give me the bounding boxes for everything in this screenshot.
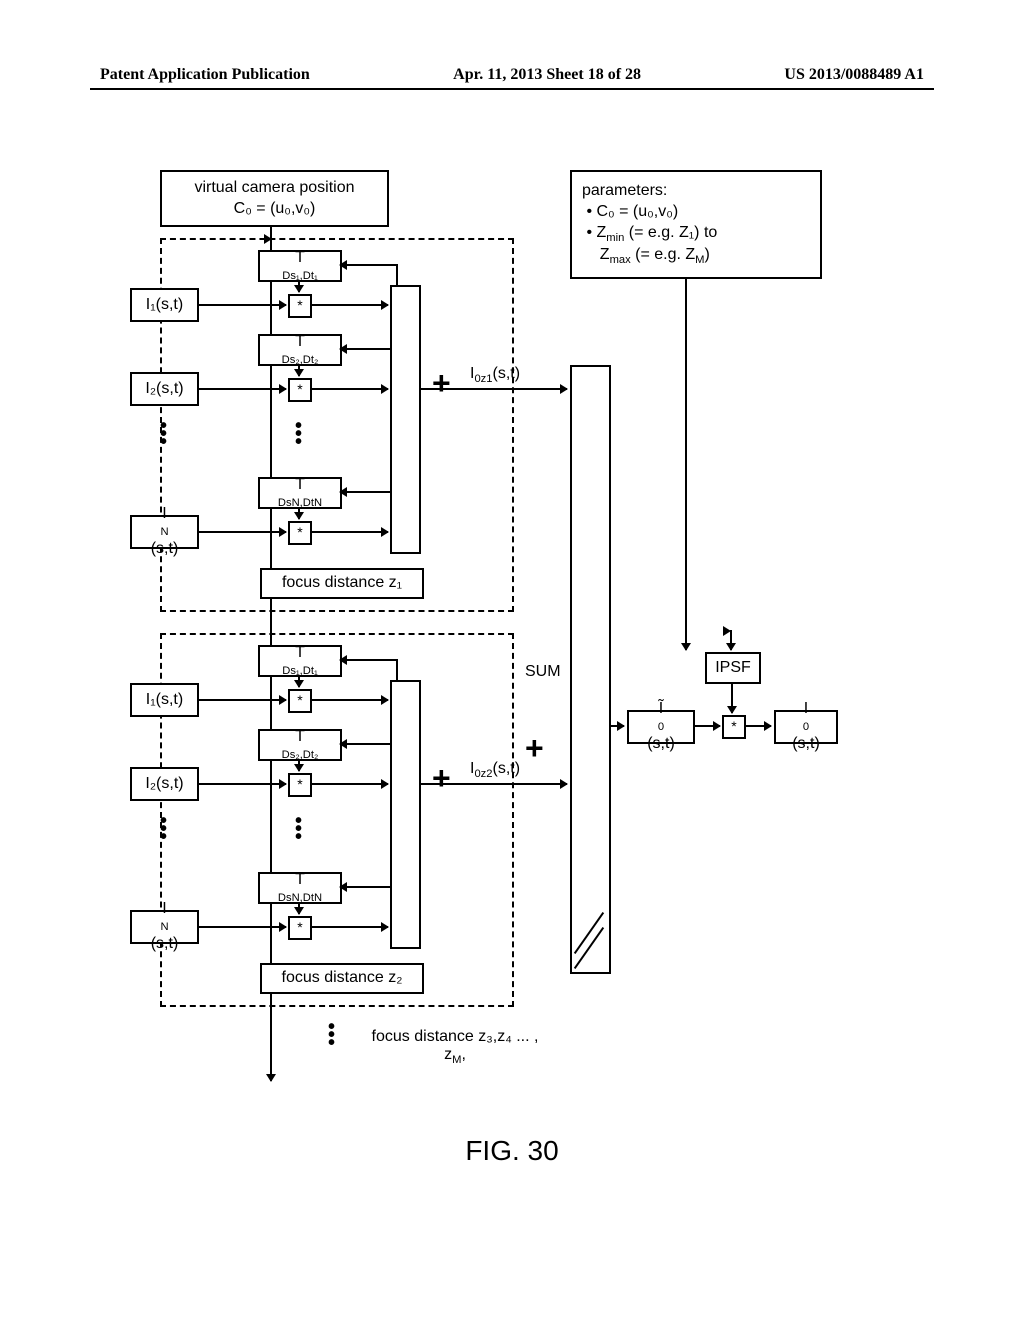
header-right: US 2013/0088489 A1 [784, 66, 924, 84]
arrow-ipsf-to-conv [731, 682, 733, 713]
input-in-z1: IN(s,t) [130, 515, 199, 549]
vdots-i-z2: ••• [160, 817, 167, 841]
transform-tn-z2: TDsN,DtN [258, 872, 342, 904]
ipsf-box: IPSF [705, 652, 761, 684]
transform-t1-z2: TDs₁,Dt₁ [258, 645, 342, 677]
arrow-sumz1-to-sum [419, 388, 567, 390]
sum-block [570, 365, 611, 974]
arrow-in-to-conv-z2 [197, 926, 286, 928]
focus-z2-group [160, 633, 514, 1007]
arrow-sum-to-i0tilde [609, 725, 624, 727]
arrow-cam-to-t1-z2 [340, 659, 398, 661]
parameters-title: parameters: [582, 181, 667, 202]
virtual-camera-box: virtual camera position C₀ = (u₀,v₀) [160, 170, 389, 227]
header-left: Patent Application Publication [100, 66, 310, 84]
sum-label: SUM [525, 663, 561, 681]
sum-rect-z2 [390, 680, 421, 949]
arrow-conv2-to-sum-z2 [310, 783, 388, 785]
header-center: Apr. 11, 2013 Sheet 18 of 28 [453, 66, 641, 84]
arrow-t2-to-conv-z1 [298, 364, 300, 376]
vdots-i-z1: ••• [160, 422, 167, 446]
arrow-conv-to-i0 [744, 725, 771, 727]
input-i2-z2: I₂(s,t) [130, 767, 199, 801]
arrow-i1-to-conv-z2 [197, 699, 286, 701]
figure-caption: FIG. 30 [0, 1135, 1024, 1167]
transform-t1-z1: TDs₁,Dt₁ [258, 250, 342, 282]
conv-op-2-z1: * [288, 378, 312, 402]
arrow-i1-to-conv-z1 [197, 304, 286, 306]
focus-z2-label: focus distance z₂ [260, 963, 424, 994]
cam-feed-top-z1 [270, 238, 271, 240]
input-i1-z2: I₁(s,t) [130, 683, 199, 717]
parameters-bullet2: • Zmin (= e.g. Z₁) to [582, 223, 717, 246]
vdots-t-z2: ••• [295, 817, 302, 841]
arrow-convn-to-sum-z2 [310, 926, 388, 928]
plus-sum: + [525, 730, 544, 767]
arrow-in-to-conv-z1 [197, 531, 286, 533]
vdots-bottom: ••• [328, 1023, 335, 1047]
arrow-tn-to-conv-z2 [298, 902, 300, 914]
params-to-ipsf-line [685, 279, 687, 650]
arrow-i0tilde-to-conv [693, 725, 720, 727]
focus-z1-label: focus distance z₁ [260, 568, 424, 599]
arrow-i2-to-conv-z2 [197, 783, 286, 785]
conv-op-2-z2: * [288, 773, 312, 797]
conv-op-n-z1: * [288, 521, 312, 545]
conv-final: * [722, 715, 746, 739]
arrow-conv1-to-sum-z2 [310, 699, 388, 701]
i0-box: I0(s,t) [774, 710, 838, 744]
i0z1-label: I0z1(s,t) [470, 365, 520, 385]
arrow-conv1-to-sum-z1 [310, 304, 388, 306]
focus-z3-label: focus distance z₃,z₄ ... , zM, [345, 1028, 565, 1066]
parameters-bullet1: • C₀ = (u₀,v₀) [582, 202, 678, 223]
vdots-t-z1: ••• [295, 422, 302, 446]
arrow-convn-to-sum-z1 [310, 531, 388, 533]
arrow-conv2-to-sum-z1 [310, 388, 388, 390]
arrow-t2-to-conv-z2 [298, 759, 300, 771]
figure-diagram: virtual camera position C₀ = (u₀,v₀) par… [130, 170, 890, 1190]
arrow-t1-to-conv-z2 [298, 675, 300, 687]
transform-t2-z1: TDs₂,Dt₂ [258, 334, 342, 366]
i0z2-label: I0z2(s,t) [470, 760, 520, 780]
virtual-camera-line1: virtual camera position [194, 178, 354, 199]
transform-tn-z1: TDsN,DtN [258, 477, 342, 509]
sum-rect-z1 [390, 285, 421, 554]
conv-op-1-z2: * [288, 689, 312, 713]
header-divider [90, 88, 934, 90]
input-i1-z1: I₁(s,t) [130, 288, 199, 322]
arrow-cam-to-t1-z1 [340, 264, 398, 266]
virtual-camera-line2: C₀ = (u₀,v₀) [234, 199, 316, 220]
focus-z1-group [160, 238, 514, 612]
conv-op-1-z1: * [288, 294, 312, 318]
input-in-z2: IN(s,t) [130, 910, 199, 944]
input-i2-z1: I₂(s,t) [130, 372, 199, 406]
parameters-box: parameters: • C₀ = (u₀,v₀) • Zmin (= e.g… [570, 170, 822, 279]
transform-t2-z2: TDs₂,Dt₂ [258, 729, 342, 761]
arrow-i2-to-conv-z1 [197, 388, 286, 390]
i0tilde-box: Ĩ0(s,t) [627, 710, 695, 744]
arrow-t1-to-conv-z1 [298, 280, 300, 292]
arrow-tn-to-conv-z1 [298, 507, 300, 519]
conv-op-n-z2: * [288, 916, 312, 940]
plus-z2: + [432, 760, 451, 797]
plus-z1: + [432, 365, 451, 402]
parameters-bullet3: Zmax (= e.g. ZM) [582, 245, 710, 268]
arrow-sumz2-to-sum [419, 783, 567, 785]
